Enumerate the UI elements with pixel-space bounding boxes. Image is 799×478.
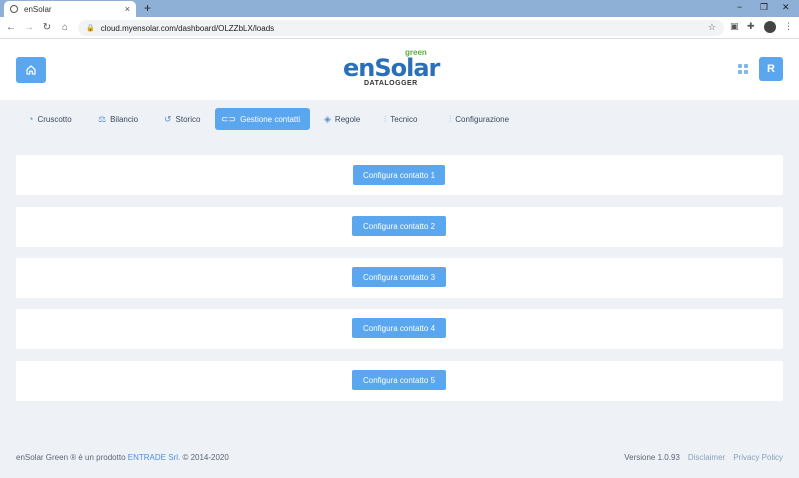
logo-subtitle: DATALOGGER [364, 80, 418, 87]
user-menu-button[interactable]: R [759, 57, 783, 81]
url-text: cloud.myensolar.com/dashboard/OLZZbLX/lo… [100, 23, 275, 33]
forward-icon[interactable]: → [22, 22, 36, 33]
disclaimer-link[interactable]: Disclaimer [688, 453, 725, 462]
company-link[interactable]: ENTRADE Srl. [128, 453, 180, 462]
tab-label: Cruscotto [37, 114, 72, 124]
browser-tab-strip: enSolar × + − ❐ ✕ [0, 0, 799, 17]
footer-links: Versione 1.0.93 Disclaimer Privacy Polic… [624, 453, 783, 462]
gauge-icon: ◔ [28, 114, 34, 124]
configure-contact-5-button[interactable]: Configura contatto 5 [352, 370, 446, 390]
configure-contact-3-button[interactable]: Configura contatto 3 [352, 267, 446, 287]
new-tab-icon[interactable]: + [144, 1, 151, 15]
bookmark-star-icon[interactable]: ☆ [708, 22, 716, 33]
tab-label: Regole [334, 114, 361, 124]
sliders-icon: ⫶ [449, 113, 452, 124]
tab-label: Storico [175, 114, 201, 124]
tab-label: Tecnico [390, 114, 418, 124]
footer-prefix: enSolar Green ® è un prodotto [16, 453, 126, 462]
home-button[interactable] [16, 57, 46, 83]
address-bar[interactable]: 🔒 cloud.myensolar.com/dashboard/OLZZbLX/… [78, 20, 724, 36]
tab-bilancio[interactable]: ⚖ Bilancio [92, 108, 144, 130]
configure-contact-1-button[interactable]: Configura contatto 1 [353, 165, 445, 185]
tab-cruscotto[interactable]: ◔ Cruscotto [22, 108, 78, 130]
reload-icon[interactable]: ↻ [40, 22, 54, 33]
tab-label: Configurazione [455, 114, 510, 124]
puzzle-icon[interactable]: ✚ [747, 21, 755, 32]
tab-storico[interactable]: ↺ Storico [158, 108, 206, 130]
configure-contact-2-button[interactable]: Configura contatto 2 [352, 216, 446, 236]
home-browser-icon[interactable]: ⌂ [58, 22, 72, 33]
minimize-icon[interactable]: − [737, 2, 742, 12]
sliders-icon: ⫶ [384, 113, 387, 124]
toggle-icon: ⊂⊃ [221, 113, 237, 124]
back-icon[interactable]: ← [4, 22, 18, 33]
scale-icon: ⚖ [98, 113, 107, 124]
browser-menu-icon[interactable]: ⋮ [784, 21, 793, 32]
tab-configurazione[interactable]: ⫶ Configurazione [443, 108, 515, 130]
browser-tab-title: enSolar [24, 4, 52, 14]
logo-green-text: green [405, 48, 427, 57]
ensolar-logo: enSolar green DATALOGGER [343, 48, 440, 90]
profile-avatar[interactable] [764, 21, 776, 33]
tab-label: Bilancio [110, 114, 139, 124]
tab-label: Gestione contatti [240, 114, 301, 124]
footer-suffix: © 2014-2020 [182, 453, 229, 462]
version-label: Versione 1.0.93 [624, 453, 680, 462]
lock-icon: 🔒 [86, 25, 95, 32]
privacy-link[interactable]: Privacy Policy [733, 453, 783, 462]
maximize-icon[interactable]: ❐ [760, 2, 768, 13]
footer-copyright: enSolar Green ® è un prodotto ENTRADE Sr… [16, 453, 229, 462]
layers-icon: ◈ [324, 113, 331, 124]
browser-toolbar: ← → ↻ ⌂ 🔒 cloud.myensolar.com/dashboard/… [0, 17, 799, 39]
close-tab-icon[interactable]: × [125, 4, 130, 14]
window-close-icon[interactable]: ✕ [782, 2, 790, 13]
logo-text: enSolar [343, 54, 440, 82]
history-icon: ↺ [164, 113, 172, 124]
configure-contact-4-button[interactable]: Configura contatto 4 [352, 318, 446, 338]
home-icon [26, 65, 36, 75]
globe-icon [10, 5, 18, 13]
apps-grid-icon[interactable] [738, 64, 748, 74]
extension-icon[interactable]: ▣ [730, 21, 739, 32]
tab-regole[interactable]: ◈ Regole [318, 108, 366, 130]
tab-tecnico[interactable]: ⫶ Tecnico [378, 108, 423, 130]
tab-gestione-contatti[interactable]: ⊂⊃ Gestione contatti [215, 108, 310, 130]
browser-tab[interactable]: enSolar × [4, 1, 136, 17]
